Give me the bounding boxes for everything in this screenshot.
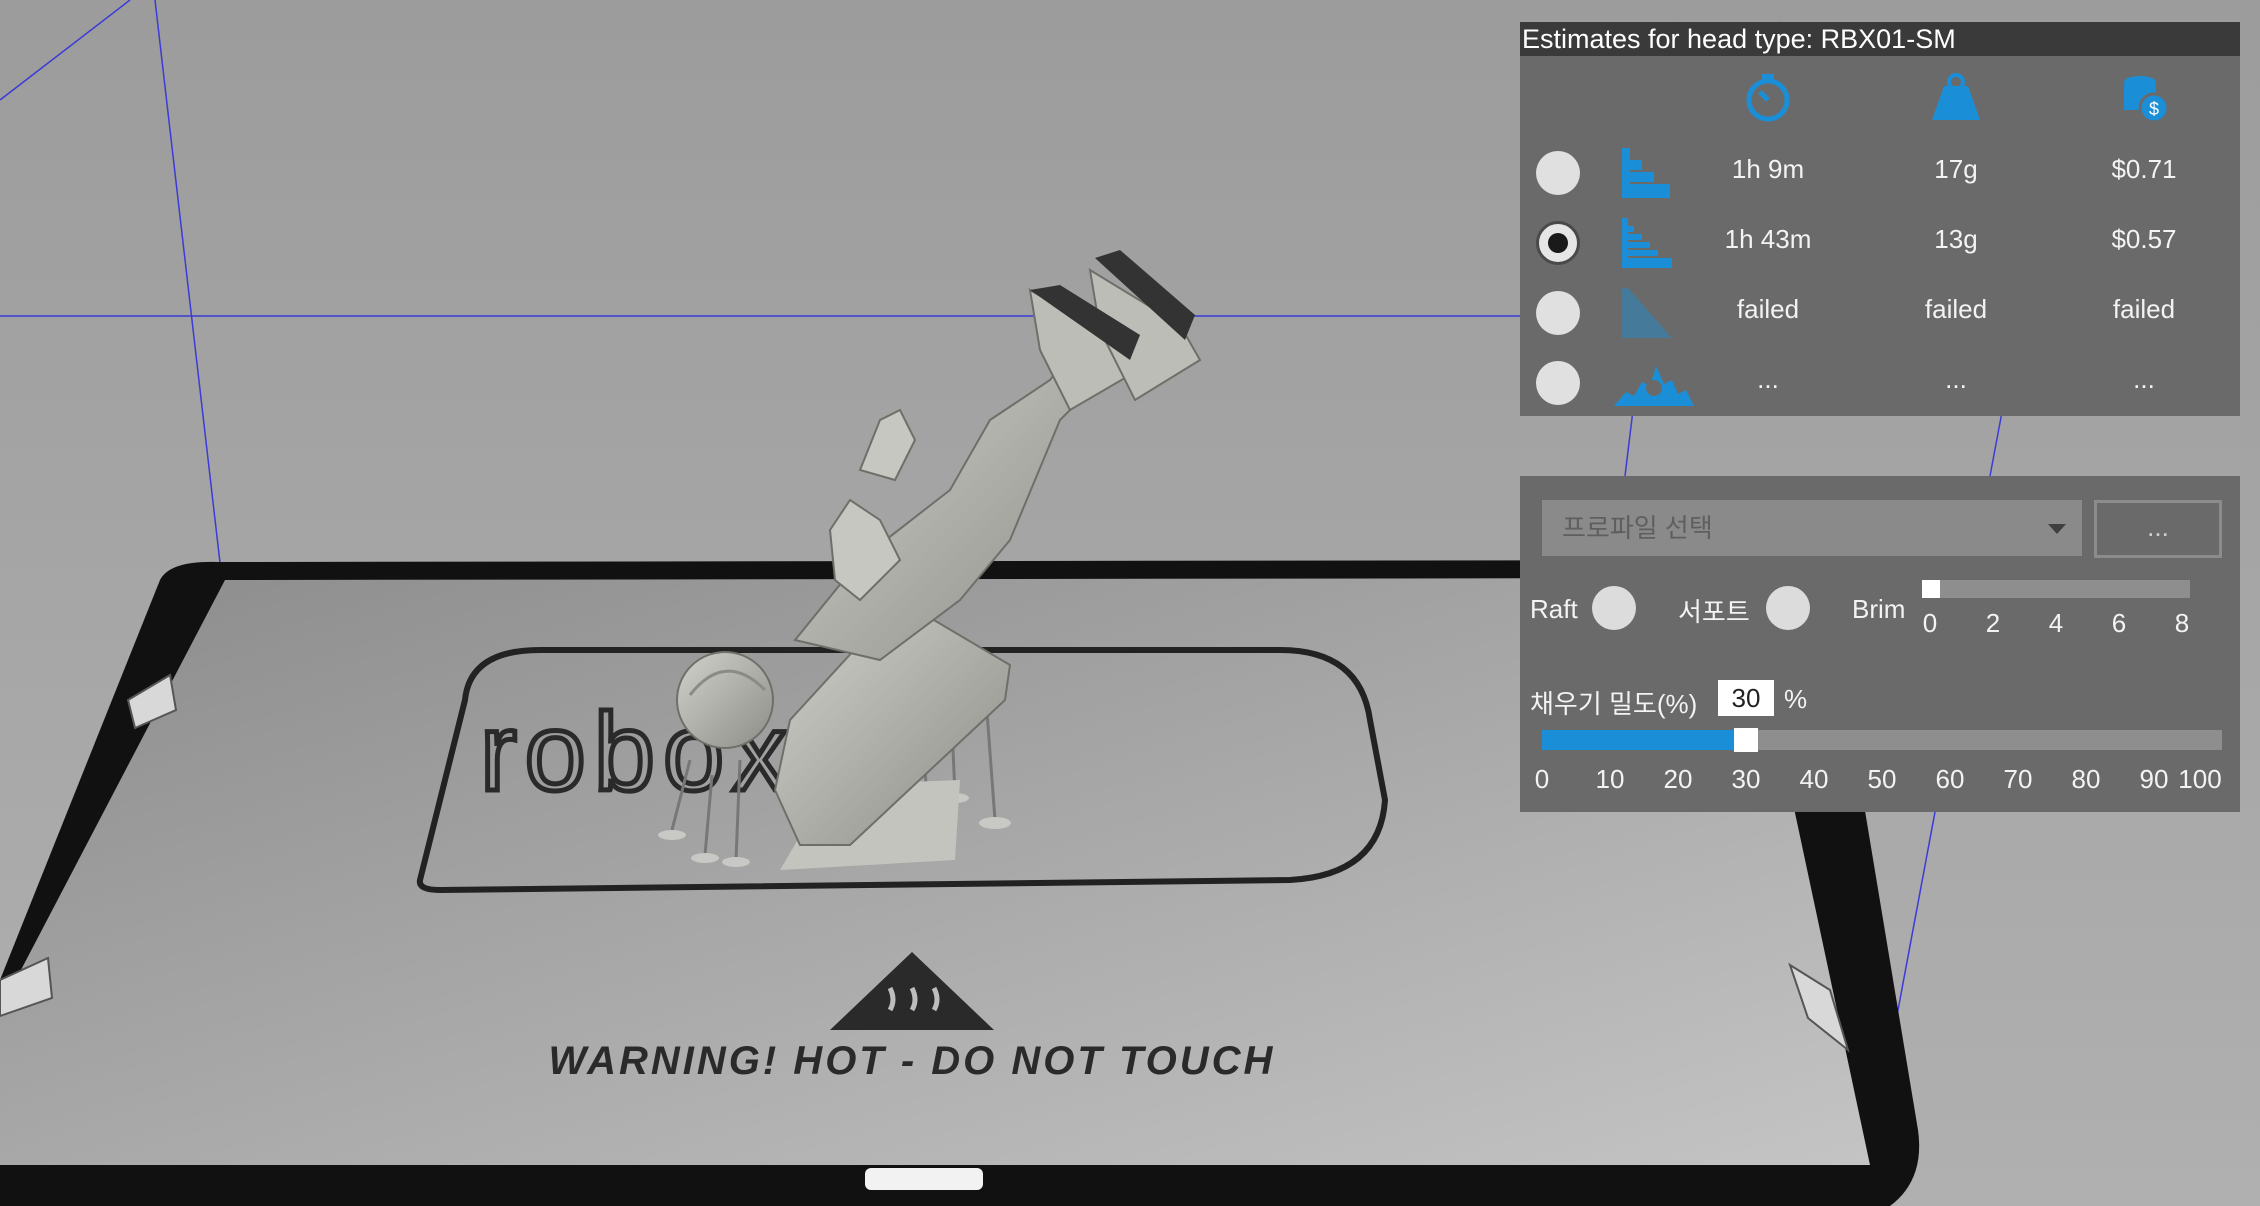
quality-normal-icon: [1622, 218, 1672, 268]
infill-tick-label: 50: [1867, 764, 1897, 794]
weight-estimate: 13g: [1934, 224, 1978, 254]
quality-radio-selected[interactable]: [1536, 221, 1580, 265]
infill-tick-label: 100: [2178, 764, 2222, 794]
infill-tick-label: 60: [1935, 764, 1965, 794]
weight-estimate: ...: [1945, 364, 1967, 394]
time-estimate: failed: [1736, 294, 1800, 324]
infill-density-input[interactable]: 30: [1718, 680, 1774, 716]
weight-estimate: failed: [1924, 294, 1988, 324]
infill-unit-label: %: [1784, 684, 1808, 714]
brim-slider-track[interactable]: [1922, 580, 2190, 598]
print-settings-panel: 프로파일 선택 ... Raft 서포트 Brim 0 2 4 6 8 채우기 밀도(%…: [1520, 476, 2240, 812]
infill-tick-label: 20: [1663, 764, 1693, 794]
support-label: 서포트: [1678, 597, 1750, 627]
cost-estimate: $0.57: [2111, 224, 2177, 254]
profile-select-placeholder: 프로파일 선택: [1562, 513, 1713, 543]
cost-icon: $: [2124, 76, 2170, 124]
time-estimate: ...: [1757, 364, 1779, 394]
brim-label: Brim: [1852, 594, 1906, 624]
weight-icon: [1932, 73, 1980, 120]
svg-text:$: $: [2149, 99, 2159, 119]
cost-estimate: failed: [2112, 294, 2176, 324]
quality-radio[interactable]: [1536, 151, 1580, 195]
infill-tick-label: 40: [1799, 764, 1829, 794]
quality-radio[interactable]: [1536, 291, 1580, 335]
estimates-panel: Estimates for head type: RBX01-SM $ 1h 9…: [1520, 22, 2240, 416]
quality-custom-icon: [1614, 366, 1694, 406]
bed-warning-text: WARNING! HOT - DO NOT TOUCH: [549, 1039, 1276, 1083]
profile-more-button[interactable]: ...: [2094, 500, 2222, 558]
time-estimate: 1h 43m: [1724, 224, 1812, 254]
infill-slider-fill: [1542, 730, 1746, 750]
estimate-row-normal[interactable]: 1h 43m 13g $0.57: [1520, 208, 2240, 278]
quality-draft-icon: [1622, 148, 1670, 198]
infill-tick-label: 30: [1731, 764, 1761, 794]
chevron-down-icon: [2048, 524, 2066, 534]
brim-tick-label: 8: [2174, 608, 2190, 638]
support-toggle[interactable]: [1766, 586, 1810, 630]
quality-radio[interactable]: [1536, 361, 1580, 405]
raft-label: Raft: [1530, 594, 1578, 624]
timer-icon: [1746, 74, 1790, 122]
infill-density-label: 채우기 밀도(%): [1530, 689, 1698, 719]
infill-slider-thumb[interactable]: [1734, 728, 1758, 752]
brim-slider-thumb[interactable]: [1922, 580, 1940, 598]
infill-tick-label: 80: [2071, 764, 2101, 794]
raft-toggle[interactable]: [1592, 586, 1636, 630]
infill-tick-label: 0: [1534, 764, 1550, 794]
cost-estimate: ...: [2133, 364, 2155, 394]
brim-tick-label: 6: [2111, 608, 2127, 638]
estimates-title: Estimates for head type: RBX01-SM: [1520, 22, 2240, 56]
brim-tick-label: 2: [1985, 608, 2001, 638]
weight-estimate: 17g: [1934, 154, 1978, 184]
brim-tick-label: 4: [2048, 608, 2064, 638]
infill-tick-label: 90: [2139, 764, 2169, 794]
profile-select-dropdown[interactable]: 프로파일 선택: [1542, 500, 2082, 556]
brim-tick-label: 0: [1922, 608, 1938, 638]
estimate-row-fine[interactable]: failed failed failed: [1520, 278, 2240, 348]
time-estimate: 1h 9m: [1731, 154, 1805, 184]
infill-tick-label: 70: [2003, 764, 2033, 794]
quality-fine-icon: [1622, 288, 1672, 338]
infill-tick-label: 10: [1595, 764, 1625, 794]
estimate-row-custom[interactable]: ... ... ...: [1520, 348, 2240, 418]
cost-estimate: $0.71: [2111, 154, 2177, 184]
estimate-row-draft[interactable]: 1h 9m 17g $0.71: [1520, 138, 2240, 208]
